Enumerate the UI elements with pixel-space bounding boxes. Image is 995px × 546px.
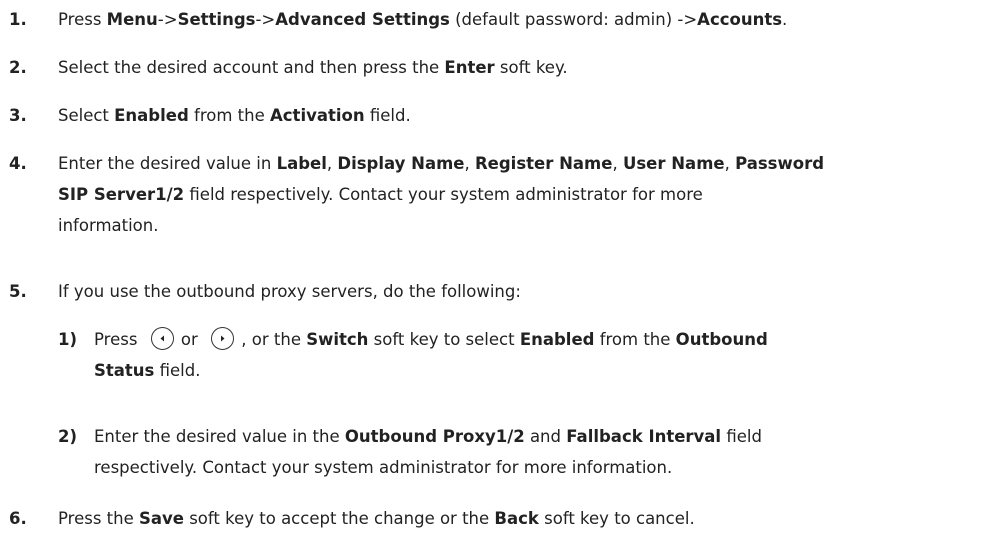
left-arrow-key-icon <box>150 327 174 350</box>
step-number: 2. <box>9 58 27 77</box>
instruction-document: 1. Press Menu->Settings->Advanced Settin… <box>0 0 995 546</box>
substep-text: Enter the desired value in the Outbound … <box>94 427 762 477</box>
step-text: Press Menu->Settings->Advanced Settings … <box>58 10 788 29</box>
step-text: Select Enabled from the Activation field… <box>58 106 411 125</box>
step-number: 6. <box>9 509 27 528</box>
step-number: 4. <box>9 154 27 173</box>
step-number: 5. <box>9 282 27 301</box>
substep-text: Press or , or the Switch soft key to sel… <box>94 324 768 386</box>
step-text: If you use the outbound proxy servers, d… <box>58 282 521 301</box>
step-text: Press the Save soft key to accept the ch… <box>58 509 695 528</box>
step-number: 3. <box>9 106 27 125</box>
right-arrow-key-icon <box>211 327 235 350</box>
step-number: 1. <box>9 10 27 29</box>
step-text: Enter the desired value in Label, Displa… <box>58 154 825 235</box>
substep-number: 2) <box>58 427 78 446</box>
step-text: Select the desired account and then pres… <box>58 58 568 77</box>
substep-number: 1) <box>58 330 78 349</box>
